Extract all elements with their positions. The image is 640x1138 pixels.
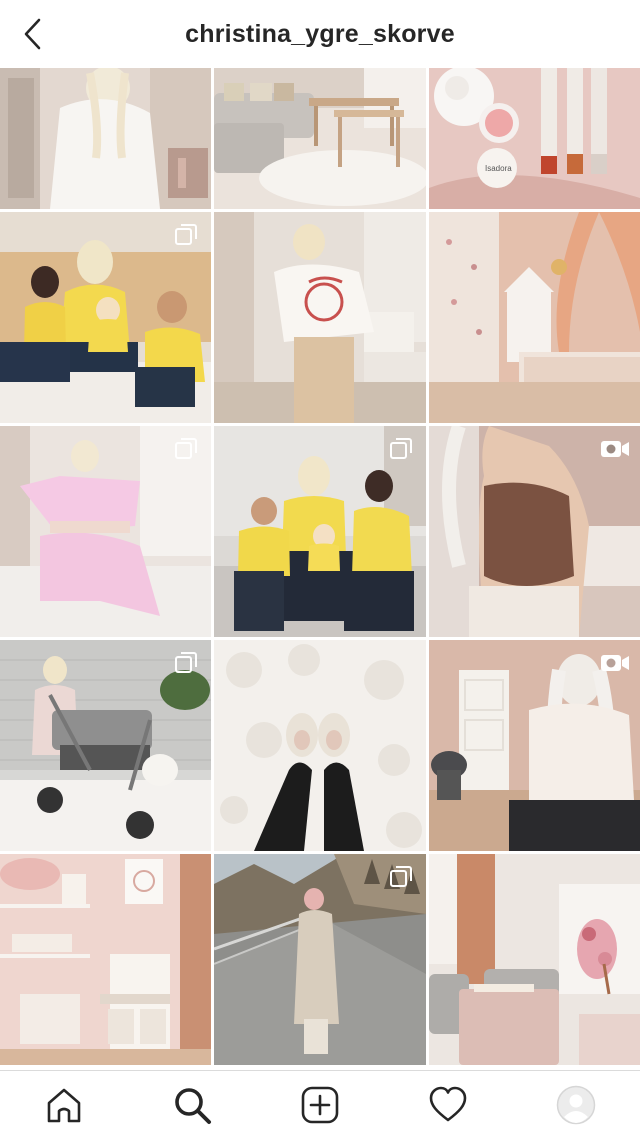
carousel-badge (386, 864, 416, 890)
home-icon (47, 1088, 81, 1122)
post-thumbnail[interactable] (0, 426, 211, 637)
tab-new-post[interactable] (290, 1075, 350, 1135)
top-header: christina_ygre_skorve (0, 0, 640, 68)
post-thumbnail[interactable] (0, 212, 211, 423)
post-thumbnail[interactable] (429, 212, 640, 423)
post-image (0, 854, 211, 1065)
post-thumbnail[interactable] (429, 640, 640, 851)
multiple-photos-icon (175, 652, 197, 673)
post-thumbnail[interactable] (429, 854, 640, 1065)
post-thumbnail[interactable] (214, 68, 426, 209)
plus-square-icon (301, 1086, 339, 1123)
post-image (0, 68, 211, 209)
post-thumbnail[interactable] (214, 426, 426, 637)
tab-activity[interactable] (418, 1075, 478, 1135)
post-thumbnail[interactable] (0, 640, 211, 851)
search-icon (175, 1087, 211, 1124)
svg-text:Isadora: Isadora (485, 164, 512, 173)
multiple-photos-icon (175, 438, 197, 459)
chevron-left-icon (24, 18, 41, 50)
video-camera-icon (601, 655, 629, 671)
tab-home[interactable] (34, 1075, 94, 1135)
heart-icon (429, 1086, 467, 1121)
post-image (214, 212, 426, 423)
bottom-tab-bar (0, 1070, 640, 1138)
back-button[interactable] (22, 14, 66, 54)
video-badge (600, 436, 630, 462)
video-camera-icon (601, 441, 629, 457)
tab-profile[interactable] (546, 1075, 606, 1135)
avatar-icon (556, 1085, 596, 1124)
post-thumbnail[interactable] (429, 426, 640, 637)
multiple-photos-icon (390, 866, 412, 887)
carousel-badge (386, 436, 416, 462)
tab-search[interactable] (162, 1075, 222, 1135)
post-thumbnail[interactable]: Isadora (429, 68, 640, 209)
multiple-photos-icon (175, 224, 197, 245)
carousel-badge (171, 436, 201, 462)
post-image (429, 212, 640, 423)
post-thumbnail[interactable] (214, 854, 426, 1065)
post-thumbnail[interactable] (214, 640, 426, 851)
post-thumbnail[interactable] (214, 212, 426, 423)
profile-username-title: christina_ygre_skorve (185, 19, 455, 48)
post-thumbnail[interactable] (0, 68, 211, 209)
post-image (214, 640, 426, 851)
carousel-badge (171, 222, 201, 248)
carousel-badge (171, 650, 201, 676)
post-image (214, 68, 426, 209)
video-badge (600, 650, 630, 676)
post-image: Isadora (429, 68, 640, 209)
post-image (429, 854, 640, 1065)
multiple-photos-icon (390, 438, 412, 459)
post-thumbnail[interactable] (0, 854, 211, 1065)
posts-grid: Isadora (0, 68, 640, 1070)
